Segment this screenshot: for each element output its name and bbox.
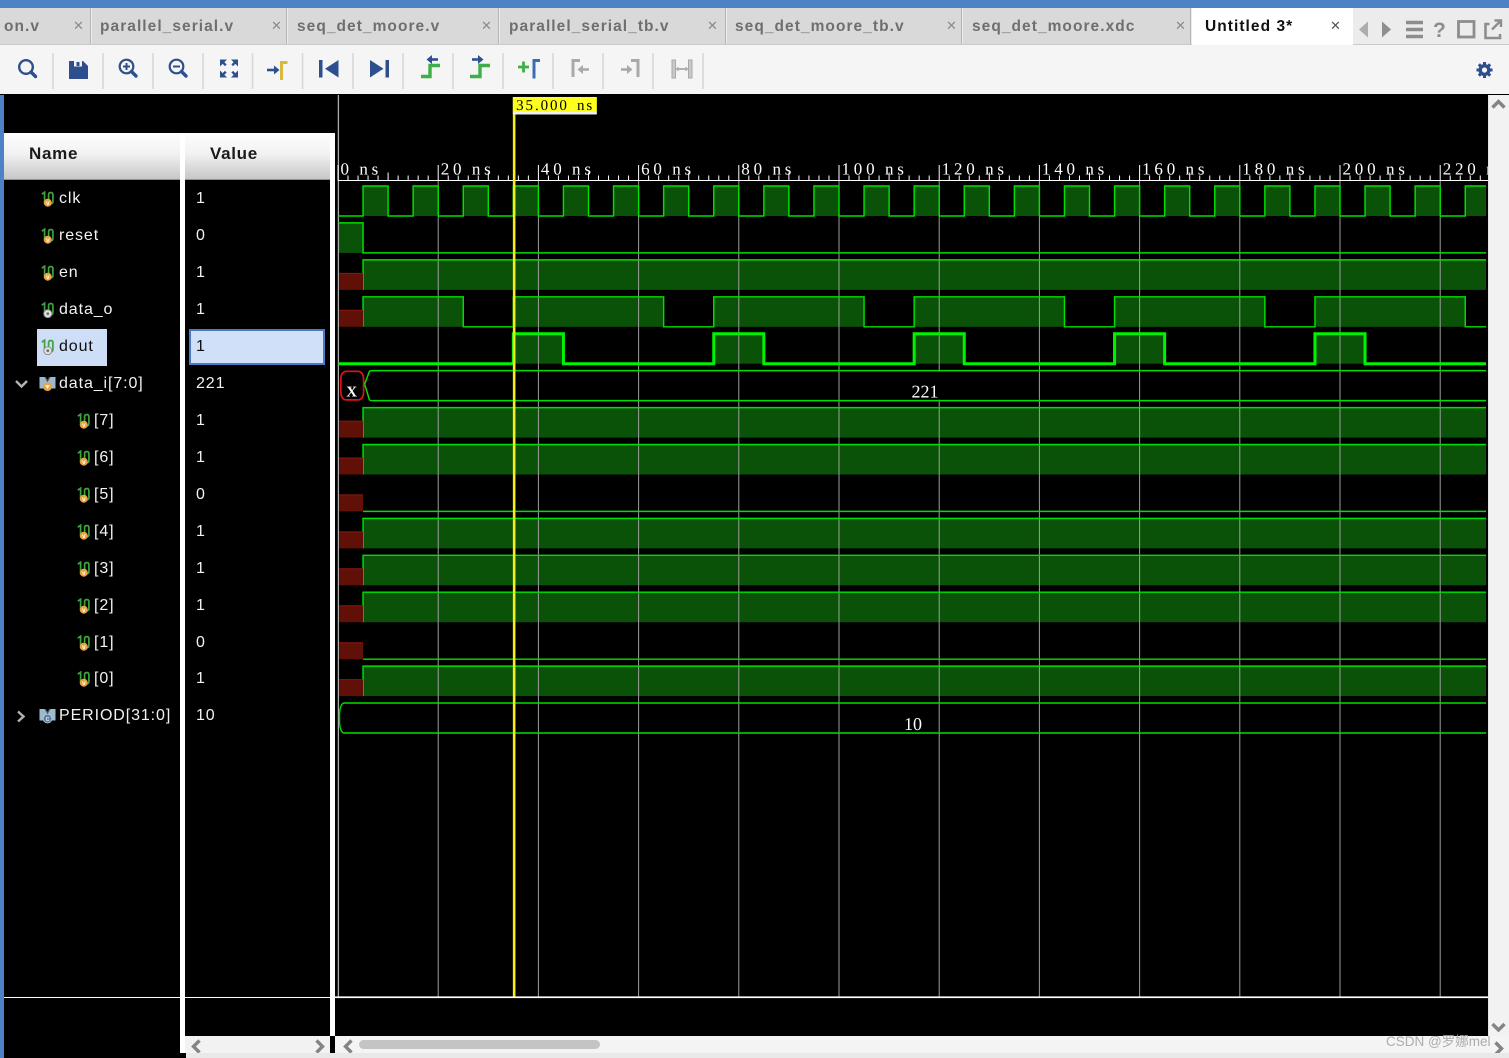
svg-text:35.000 ns: 35.000 ns bbox=[516, 98, 594, 114]
svg-text:40 ns: 40 ns bbox=[540, 160, 594, 179]
svg-text:140 ns: 140 ns bbox=[1041, 160, 1107, 179]
svg-text:v: v bbox=[46, 274, 50, 281]
svg-text:v: v bbox=[82, 681, 86, 688]
svg-text:X: X bbox=[346, 385, 357, 401]
svg-text:60 ns: 60 ns bbox=[641, 160, 695, 179]
svg-text:v: v bbox=[82, 459, 86, 466]
svg-text:v: v bbox=[46, 200, 50, 207]
svg-text:200 ns: 200 ns bbox=[1342, 160, 1408, 179]
svg-text:v: v bbox=[82, 422, 86, 429]
svg-text:220 ns: 220 ns bbox=[1442, 160, 1488, 179]
svg-text:?: ? bbox=[1433, 19, 1446, 42]
svg-text:100 ns: 100 ns bbox=[841, 160, 907, 179]
svg-text:v: v bbox=[82, 496, 86, 503]
svg-text:c: c bbox=[46, 714, 50, 723]
svg-text:v: v bbox=[82, 570, 86, 577]
svg-text:v: v bbox=[82, 644, 86, 651]
svg-text:v: v bbox=[82, 533, 86, 540]
svg-text:20 ns: 20 ns bbox=[440, 160, 494, 179]
svg-text:160 ns: 160 ns bbox=[1142, 160, 1208, 179]
svg-text:180 ns: 180 ns bbox=[1242, 160, 1308, 179]
svg-text:v: v bbox=[46, 237, 50, 244]
svg-text:221: 221 bbox=[911, 382, 938, 402]
svg-text:0 ns: 0 ns bbox=[340, 160, 382, 179]
svg-text:120 ns: 120 ns bbox=[941, 160, 1007, 179]
svg-text:80 ns: 80 ns bbox=[741, 160, 795, 179]
svg-text:v: v bbox=[82, 607, 86, 614]
svg-text:10: 10 bbox=[904, 714, 922, 734]
